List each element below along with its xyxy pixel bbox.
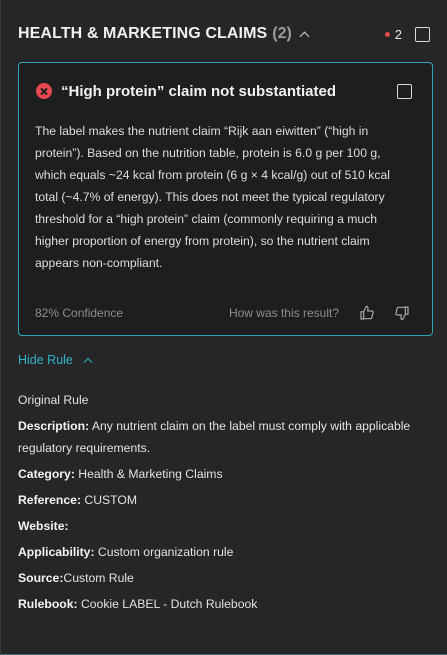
- confidence-score: 82% Confidence: [35, 306, 124, 320]
- issue-count: 2: [394, 26, 402, 42]
- rule-label: Rulebook:: [18, 597, 78, 611]
- rule-category: Category: Health & Marketing Claims: [18, 463, 433, 485]
- finding-header: “High protein” claim not substantiated: [36, 81, 412, 101]
- hide-rule-label: Hide Rule: [18, 353, 73, 367]
- section-select-checkbox[interactable]: [415, 26, 430, 42]
- hide-rule-toggle[interactable]: Hide Rule: [18, 351, 93, 369]
- rule-label: Website:: [18, 519, 69, 533]
- issue-dot-icon: [384, 31, 390, 37]
- rule-value: Health & Marketing Claims: [74, 467, 223, 481]
- finding-select-checkbox[interactable]: [397, 83, 412, 99]
- rule-value: CUSTOM: [81, 493, 137, 507]
- rule-label: Applicability:: [18, 545, 95, 559]
- rule-label: Description:: [18, 419, 90, 433]
- finding-footer: 82% Confidence How was this result?: [35, 303, 410, 323]
- section-title: HEALTH & MARKETING CLAIMS: [18, 25, 268, 42]
- thumbs-up-icon[interactable]: [359, 305, 375, 321]
- thumbs-down-icon[interactable]: [394, 305, 410, 321]
- finding-card: “High protein” claim not substantiated T…: [18, 62, 433, 336]
- finding-title: “High protein” claim not substantiated: [61, 82, 337, 100]
- rule-heading: Original Rule: [18, 393, 89, 407]
- chevron-up-icon: [83, 357, 93, 367]
- rule-description: Description: Any nutrient claim on the l…: [18, 415, 433, 459]
- section-count: (2): [272, 25, 292, 42]
- rule-label: Reference:: [18, 493, 81, 507]
- header-actions: 2: [384, 26, 430, 42]
- finding-description: The label makes the nutrient claim “Rijk…: [35, 124, 390, 270]
- rule-value: Custom Rule: [63, 571, 134, 585]
- rule-label: Category:: [18, 467, 75, 481]
- rule-reference: Reference: CUSTOM: [18, 489, 433, 511]
- rule-rulebook: Rulebook: Cookie LABEL - Dutch Rulebook: [18, 593, 433, 615]
- claims-panel: HEALTH & MARKETING CLAIMS (2) 2 “High pr…: [0, 0, 447, 655]
- rule-value: Cookie LABEL - Dutch Rulebook: [77, 597, 258, 611]
- rule-website: Website:: [18, 515, 433, 537]
- rule-source: Source:Custom Rule: [18, 567, 433, 589]
- rule-applicability: Applicability: Custom organization rule: [18, 541, 433, 563]
- rule-label: Source:: [18, 571, 64, 585]
- chevron-up-icon[interactable]: [299, 31, 310, 41]
- error-x-icon: [36, 83, 52, 99]
- feedback-question: How was this result?: [228, 306, 339, 320]
- rule-value: Custom organization rule: [94, 545, 234, 559]
- section-header[interactable]: HEALTH & MARKETING CLAIMS (2) 2: [18, 22, 430, 46]
- rule-details: Original Rule Description: Any nutrient …: [18, 389, 433, 619]
